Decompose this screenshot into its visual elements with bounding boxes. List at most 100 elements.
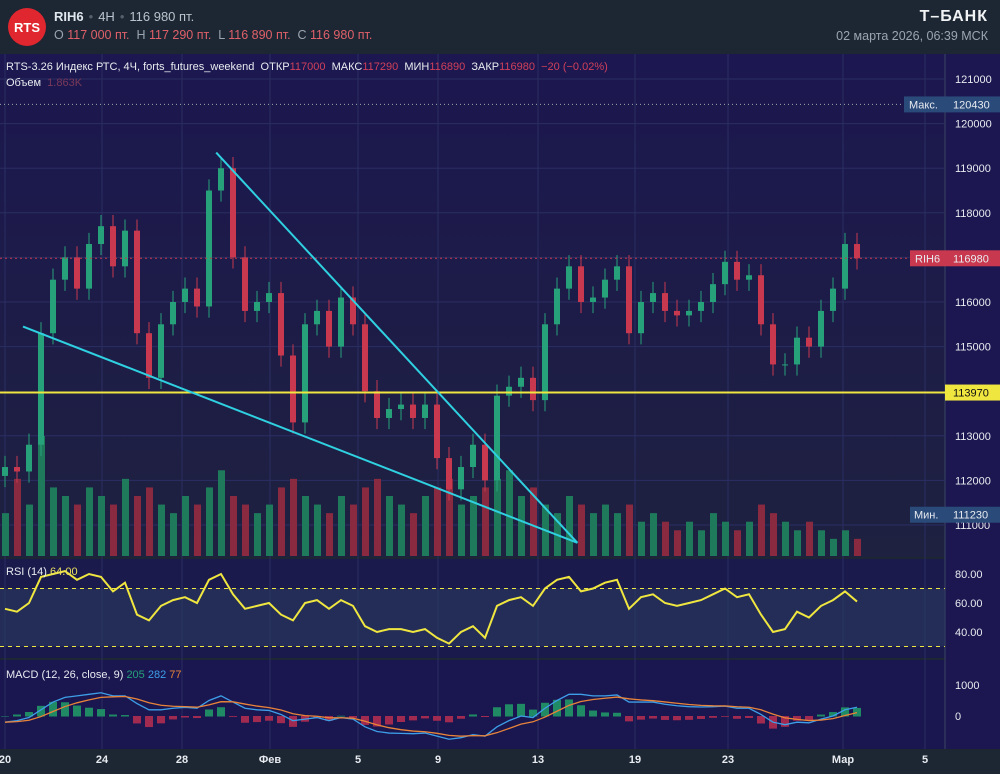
volume-bar bbox=[566, 496, 573, 556]
high-value: 117290 bbox=[362, 61, 399, 73]
candle-body bbox=[38, 333, 44, 445]
macd-hist-bar bbox=[265, 716, 273, 721]
volume-bar bbox=[278, 487, 285, 556]
macd-hist-bar bbox=[169, 716, 177, 720]
candle-body bbox=[62, 257, 68, 280]
macd-hist-bar bbox=[757, 716, 765, 724]
candle-body bbox=[722, 261, 728, 285]
volume-bar bbox=[2, 513, 9, 556]
last-price: 116 980 пт. bbox=[129, 9, 195, 24]
h-value: 117 290 пт. bbox=[149, 28, 212, 42]
price-tick: 118000 bbox=[955, 208, 991, 220]
candle-body bbox=[2, 467, 8, 476]
level-value: 113970 bbox=[953, 388, 989, 400]
macd-hist-bar bbox=[397, 716, 405, 723]
macd-hist-bar bbox=[181, 716, 189, 718]
macd-hist-bar bbox=[157, 716, 165, 724]
low-label: МИН bbox=[404, 61, 430, 73]
price-tick: 121000 bbox=[955, 74, 992, 86]
macd-hist-bar bbox=[121, 715, 129, 717]
volume-bar bbox=[326, 513, 333, 556]
macd-hist-bar bbox=[205, 709, 213, 717]
candle-body bbox=[74, 257, 80, 289]
macd-hist-bar bbox=[661, 716, 669, 720]
rsi-tick: 40.00 bbox=[955, 627, 983, 639]
candle-body bbox=[854, 244, 860, 259]
candle-body bbox=[518, 377, 524, 387]
volume-bar bbox=[626, 504, 633, 556]
candle-body bbox=[170, 302, 176, 325]
macd-hist-bar bbox=[505, 704, 513, 717]
candle-body bbox=[98, 226, 104, 245]
date-tick: 19 bbox=[629, 754, 641, 766]
change-value: −20 (−0.02%) bbox=[541, 61, 608, 73]
volume-bar bbox=[506, 470, 513, 556]
volume-bar bbox=[794, 530, 801, 556]
macd-hist-bar bbox=[733, 716, 741, 719]
candle-body bbox=[782, 364, 788, 366]
volume-bar bbox=[578, 504, 585, 556]
macd-hist-bar bbox=[481, 716, 489, 718]
max-value: 120430 bbox=[953, 99, 990, 111]
low-value: 116890 bbox=[429, 61, 466, 73]
candle-body bbox=[818, 310, 824, 347]
symbol[interactable]: RIH6 bbox=[54, 9, 84, 24]
volume-bar bbox=[434, 487, 441, 556]
volume-bar bbox=[818, 530, 825, 556]
volume-bar bbox=[770, 513, 777, 556]
o-label: O bbox=[54, 28, 64, 42]
candle-body bbox=[614, 266, 620, 280]
volume-bar bbox=[830, 538, 837, 556]
volume-bar bbox=[734, 530, 741, 556]
macd-hist-bar bbox=[853, 707, 861, 717]
volume-bar bbox=[458, 504, 465, 556]
volume-bar bbox=[122, 478, 129, 556]
candle-body bbox=[626, 266, 632, 334]
volume-bar bbox=[374, 478, 381, 556]
volume-value: 1.863K bbox=[47, 77, 83, 89]
date-tick: 20 bbox=[0, 754, 11, 766]
volume-label: Объем bbox=[6, 77, 42, 89]
volume-bar bbox=[746, 521, 753, 556]
price-chart[interactable]: 121000 120000 119000 118000 117000 116000 1150… bbox=[0, 54, 1000, 774]
price-tick: 119000 bbox=[955, 163, 991, 175]
macd-tick: 0 bbox=[955, 711, 961, 723]
macd-hist-bar bbox=[601, 712, 609, 717]
macd-hist-bar bbox=[721, 716, 729, 717]
volume-bar bbox=[242, 504, 249, 556]
volume-bar bbox=[62, 496, 69, 556]
volume-bar bbox=[170, 513, 177, 556]
candle-body bbox=[602, 279, 608, 298]
macd-legend: MACD (12, 26, close, 9) 205 282 77 bbox=[6, 669, 182, 681]
macd-hist-bar bbox=[817, 714, 825, 717]
date-tick: Фев bbox=[259, 754, 282, 766]
candle-body bbox=[758, 275, 764, 325]
macd-hist-bar bbox=[469, 714, 477, 717]
date-tick: 23 bbox=[722, 754, 734, 766]
candle-body bbox=[362, 324, 368, 392]
macd-hist-bar bbox=[1, 716, 9, 717]
macd-hist-bar bbox=[565, 699, 573, 717]
macd-hist-bar bbox=[493, 707, 501, 717]
volume-bar bbox=[266, 504, 273, 556]
rts-logo: RTS bbox=[8, 8, 46, 46]
candle-body bbox=[422, 404, 428, 418]
timeframe[interactable]: 4H bbox=[98, 9, 115, 24]
l-value: 116 890 пт. bbox=[228, 28, 291, 42]
macd-hist-bar bbox=[217, 707, 225, 717]
macd-hist-bar bbox=[649, 716, 657, 719]
candle-body bbox=[470, 444, 476, 468]
candle-body bbox=[698, 302, 704, 311]
volume-bar bbox=[398, 504, 405, 556]
macd-hist-bar bbox=[13, 714, 21, 717]
volume-bar bbox=[302, 496, 309, 556]
candle-body bbox=[842, 244, 848, 289]
candle-body bbox=[266, 293, 272, 302]
c-value: 116 980 пт. bbox=[310, 28, 373, 42]
volume-bar bbox=[842, 530, 849, 556]
macd-hist-bar bbox=[805, 716, 813, 720]
volume-bar bbox=[290, 478, 297, 556]
date-tick: Мар bbox=[832, 754, 854, 766]
macd-hist-bar bbox=[445, 716, 453, 723]
rsi-tick: 80.00 bbox=[955, 569, 983, 581]
